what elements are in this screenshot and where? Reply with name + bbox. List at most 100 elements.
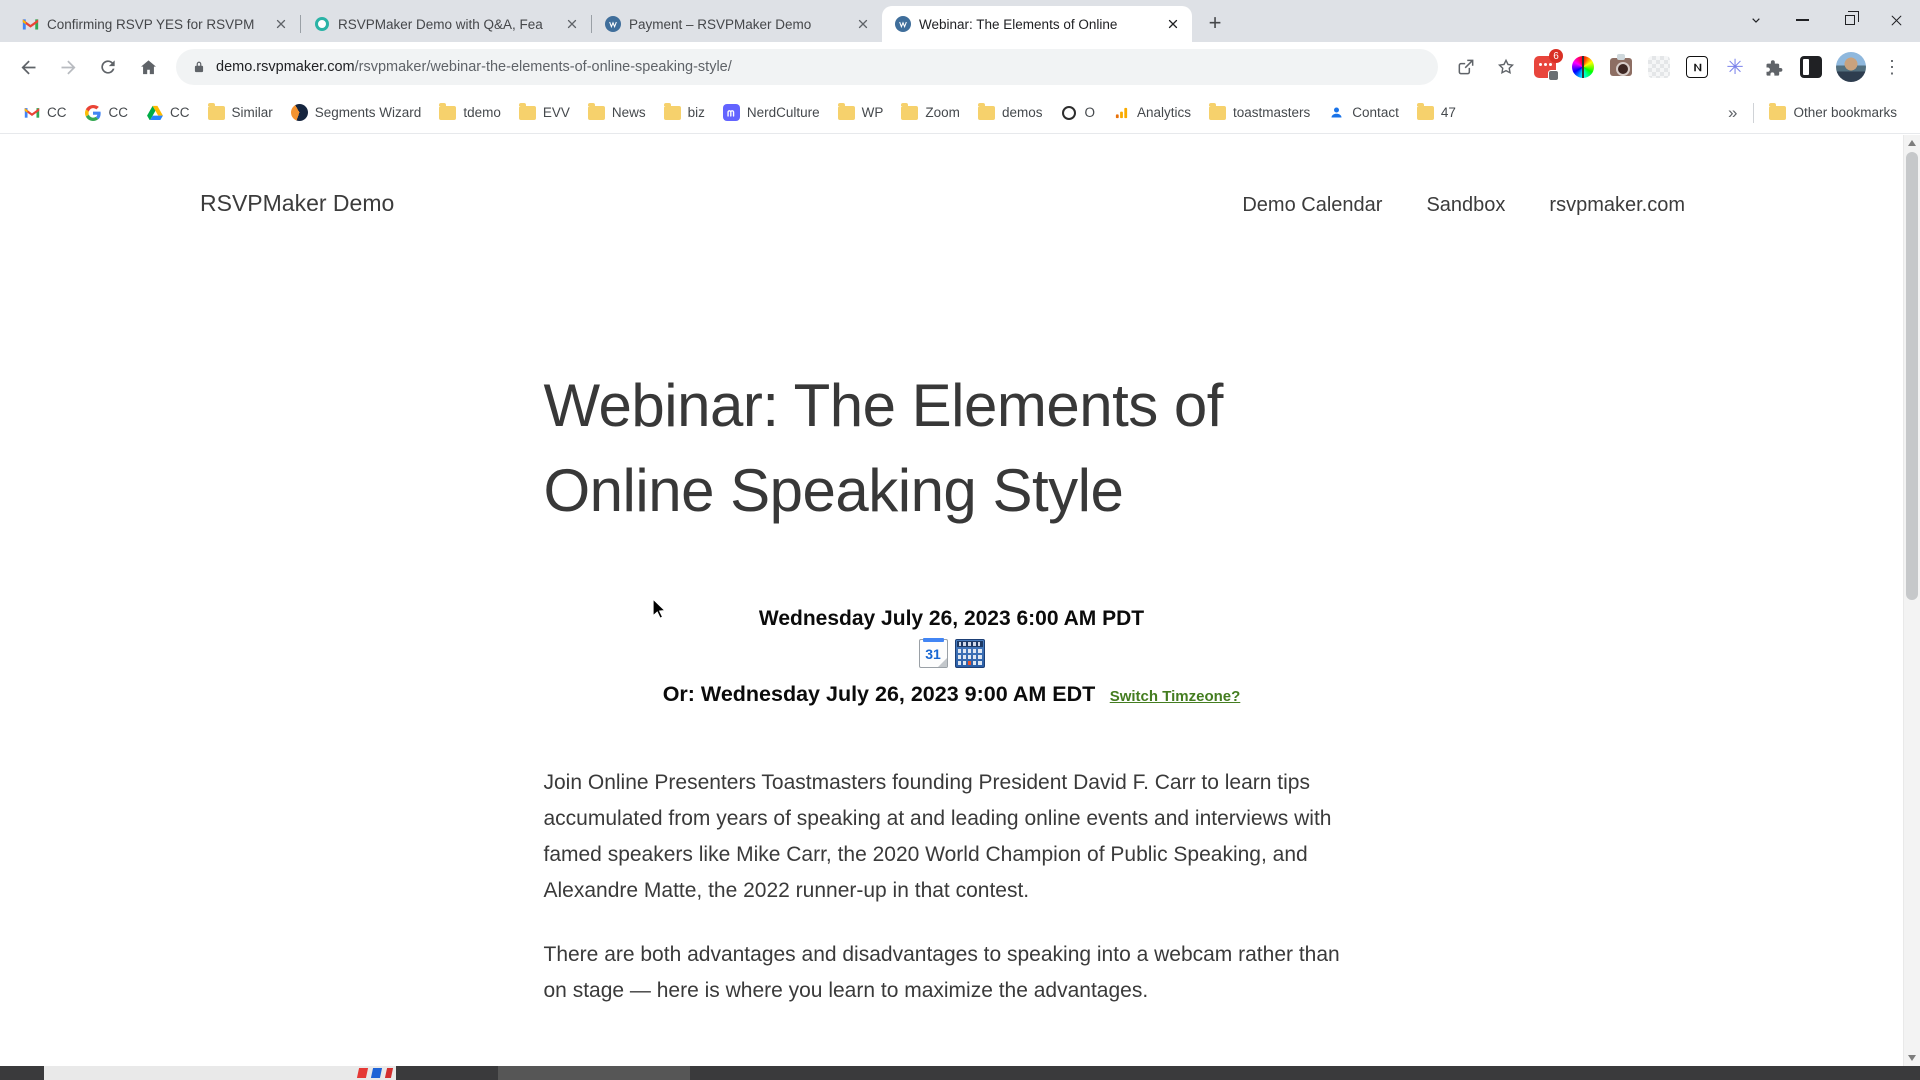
- bookmark-label: CC: [47, 105, 67, 120]
- tab-gmail-confirming-rsvp[interactable]: Confirming RSVP YES for RSVPM: [10, 6, 300, 42]
- close-window-button[interactable]: [1873, 0, 1920, 40]
- bookmark-label: Segments Wizard: [314, 105, 422, 120]
- back-button[interactable]: [10, 49, 46, 85]
- scrollbar-down-arrow[interactable]: [1904, 1050, 1920, 1066]
- home-button[interactable]: [130, 49, 166, 85]
- tab-title: Payment – RSVPMaker Demo: [629, 16, 812, 32]
- tab-title: Webinar: The Elements of Online: [919, 16, 1118, 32]
- bookmark-google-cc[interactable]: CC: [76, 99, 138, 127]
- bookmark-folder-47[interactable]: 47: [1408, 99, 1465, 127]
- taskbar-edge-strip: [0, 1066, 1920, 1080]
- segments-wizard-icon: [290, 104, 308, 121]
- screenshot-extension-icon[interactable]: [1609, 54, 1633, 79]
- site-nav: Demo Calendar Sandbox rsvpmaker.com: [1242, 194, 1685, 217]
- bookmarks-overflow-chevron[interactable]: »: [1718, 103, 1747, 123]
- site-title[interactable]: RSVPMaker Demo: [200, 190, 394, 217]
- todoist-extension-icon[interactable]: 6: [1533, 49, 1563, 81]
- google-calendar-icon[interactable]: 31: [918, 638, 948, 669]
- bookmark-folder-evv[interactable]: EVV: [510, 99, 579, 127]
- event-datetime-secondary-row: Or: Wednesday July 26, 2023 9:00 AM EDT …: [544, 682, 1360, 707]
- share-button[interactable]: [1448, 49, 1484, 85]
- bookmark-label: toastmasters: [1233, 105, 1311, 120]
- bookmark-folder-tdemo[interactable]: tdemo: [430, 99, 510, 127]
- switch-timezone-link[interactable]: Switch Timzeone?: [1110, 688, 1241, 705]
- scrollbar-thumb[interactable]: [1906, 152, 1918, 600]
- bookmark-label: WP: [861, 105, 884, 120]
- close-icon: [1891, 15, 1902, 25]
- bookmark-label: CC: [170, 105, 190, 120]
- event-datetime-secondary: Or: Wednesday July 26, 2023 9:00 AM EDT: [662, 682, 1096, 707]
- kebab-menu-icon: ⋮: [1883, 56, 1901, 77]
- folder-icon: [1769, 102, 1787, 121]
- tab-webinar-active[interactable]: Webinar: The Elements of Online: [882, 6, 1192, 42]
- browser-menu-button[interactable]: ⋮: [1874, 49, 1910, 85]
- tab-payment[interactable]: Payment – RSVPMaker Demo: [592, 6, 882, 42]
- color-picker-extension-icon[interactable]: [1571, 55, 1595, 79]
- folder-icon: [663, 102, 681, 121]
- bookmark-nerdculture[interactable]: NerdCulture: [714, 99, 829, 127]
- close-icon[interactable]: [563, 15, 581, 33]
- close-icon[interactable]: [854, 15, 872, 33]
- bookmark-analytics[interactable]: Analytics: [1104, 99, 1200, 127]
- address-bar[interactable]: demo.rsvpmaker.com/rsvpmaker/webinar-the…: [176, 49, 1438, 85]
- scrollbar-up-arrow[interactable]: [1904, 135, 1920, 151]
- gmail-icon: [23, 104, 40, 121]
- bookmark-folder-biz[interactable]: biz: [655, 99, 714, 127]
- tab-title: RSVPMaker Demo with Q&A, Fea: [338, 16, 543, 32]
- bookmark-folder-zoom[interactable]: Zoom: [892, 99, 969, 127]
- bookmark-folder-similar[interactable]: Similar: [199, 99, 282, 127]
- minimize-button[interactable]: [1779, 0, 1826, 40]
- google-icon: [85, 104, 102, 121]
- bookmark-o[interactable]: O: [1051, 99, 1104, 127]
- close-icon[interactable]: [1164, 15, 1182, 33]
- restore-icon: [1844, 11, 1859, 25]
- forward-button[interactable]: [50, 49, 86, 85]
- bookmarks-bar: CC CC CC Similar Segments Wizard tdemo E…: [0, 92, 1920, 134]
- nav-sandbox[interactable]: Sandbox: [1426, 194, 1505, 217]
- profile-avatar[interactable]: [1836, 52, 1866, 82]
- reload-button[interactable]: [90, 49, 126, 85]
- analytics-icon: [1113, 104, 1130, 121]
- bookmark-contact[interactable]: Contact: [1319, 99, 1408, 127]
- bookmarks-bar-right: » Other bookmarks: [1718, 99, 1906, 127]
- other-bookmarks-button[interactable]: Other bookmarks: [1760, 99, 1906, 127]
- bookmark-label: 47: [1440, 105, 1456, 120]
- extensions-puzzle-icon[interactable]: [1761, 55, 1785, 79]
- url-path: /rsvpmaker/webinar-the-elements-of-onlin…: [354, 59, 732, 75]
- bookmark-segments-wizard[interactable]: Segments Wizard: [282, 99, 431, 127]
- nav-demo-calendar[interactable]: Demo Calendar: [1242, 194, 1382, 217]
- bookmark-folder-news[interactable]: News: [579, 99, 655, 127]
- bookmark-star-button[interactable]: [1488, 49, 1524, 85]
- other-bookmarks-label: Other bookmarks: [1793, 105, 1897, 120]
- bookmark-label: Analytics: [1136, 105, 1192, 120]
- new-tab-button[interactable]: +: [1200, 8, 1230, 38]
- outlook-calendar-icon[interactable]: [954, 639, 985, 669]
- disabled-extension-icon[interactable]: [1647, 55, 1671, 79]
- gmail-icon: [22, 16, 39, 33]
- nav-rsvpmaker-com[interactable]: rsvpmaker.com: [1549, 194, 1685, 217]
- bookmark-drive-cc[interactable]: CC: [137, 99, 199, 127]
- tab-search-button[interactable]: [1732, 0, 1779, 40]
- bookmark-label: biz: [687, 105, 705, 120]
- notion-extension-icon[interactable]: [1685, 55, 1709, 79]
- site-header: RSVPMaker Demo Demo Calendar Sandbox rsv…: [0, 135, 1903, 217]
- bookmark-label: Contact: [1352, 105, 1399, 120]
- close-icon[interactable]: [272, 15, 290, 33]
- page-viewport: RSVPMaker Demo Demo Calendar Sandbox rsv…: [0, 135, 1903, 1066]
- bookmark-gmail-cc[interactable]: CC: [14, 99, 76, 127]
- side-panel-icon[interactable]: [1799, 55, 1823, 79]
- folder-icon: [518, 102, 536, 121]
- folder-icon: [1209, 102, 1227, 121]
- tab-rsvpmaker-demo-qa[interactable]: RSVPMaker Demo with Q&A, Fea: [301, 6, 591, 42]
- restore-button[interactable]: [1826, 0, 1873, 40]
- bookmark-folder-toastmasters[interactable]: toastmasters: [1200, 99, 1319, 127]
- browser-toolbar: demo.rsvpmaker.com/rsvpmaker/webinar-the…: [0, 42, 1920, 92]
- snowflake-extension-icon[interactable]: ✳: [1723, 55, 1747, 79]
- bookmark-folder-wp[interactable]: WP: [829, 99, 893, 127]
- folder-icon: [837, 102, 855, 121]
- star-icon: [1497, 58, 1515, 75]
- taskbar-light-segment: [44, 1066, 396, 1080]
- forward-icon: [61, 60, 75, 74]
- bookmark-folder-demos[interactable]: demos: [969, 99, 1052, 127]
- page-scrollbar[interactable]: [1903, 135, 1920, 1066]
